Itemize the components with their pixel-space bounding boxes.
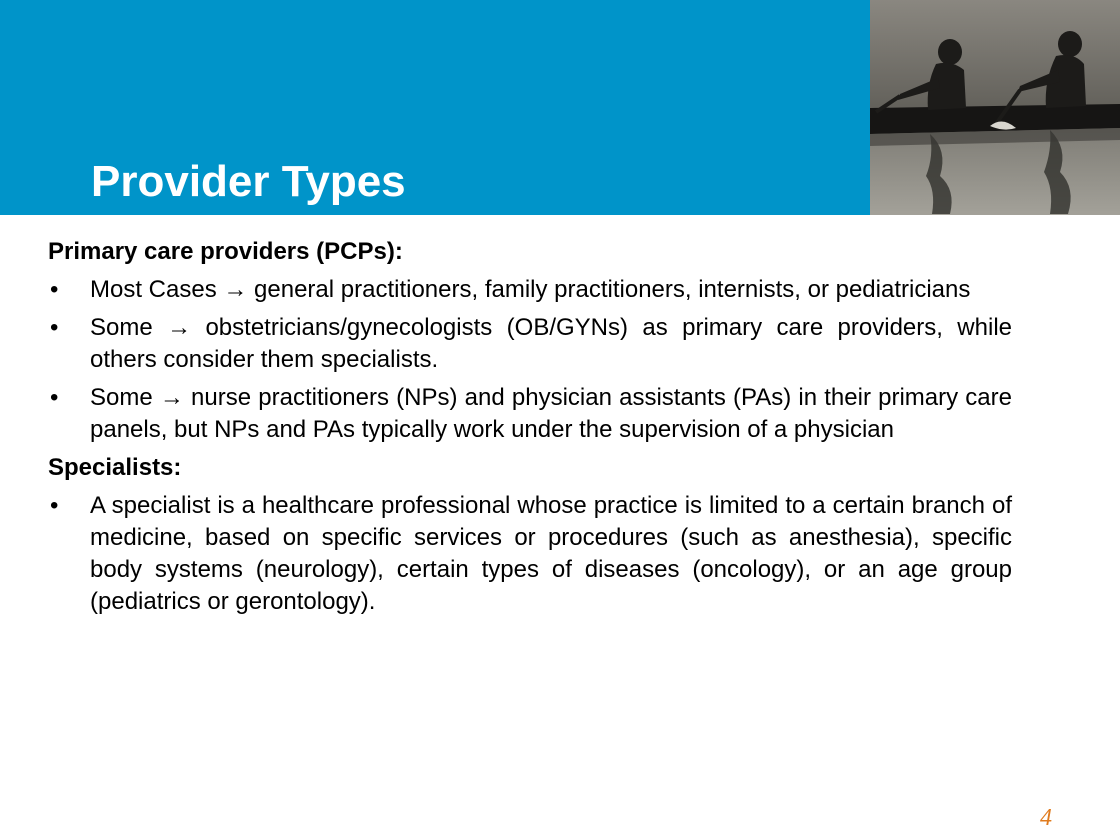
rowers-photo-icon: [870, 0, 1120, 215]
bullet-list: • A specialist is a healthcare profession…: [48, 490, 1012, 618]
bullet-text: A specialist is a healthcare professiona…: [90, 492, 1012, 615]
bullet-item: • Some → obstetricians/gynecologists (OB/…: [48, 312, 1012, 376]
bullet-dot-icon: •: [50, 314, 59, 341]
bullet-dot-icon: •: [50, 276, 59, 303]
slide-title: Provider Types: [91, 157, 406, 206]
page-number: 4: [1040, 805, 1052, 831]
bullet-dot-icon: •: [50, 384, 59, 411]
section-heading: Specialists:: [48, 454, 182, 481]
section-heading: Primary care providers (PCPs):: [48, 238, 403, 265]
bullet-dot-icon: •: [50, 492, 59, 519]
bullet-list: • Most Cases → general practitioners, fam…: [48, 274, 1012, 446]
rowers-photo-graphic: [870, 0, 1120, 215]
bullet-text: Some → obstetricians/gynecologists (OB/G…: [90, 314, 1012, 373]
slide-body: Primary care providers (PCPs): • Most Case…: [48, 236, 1012, 624]
bullet-item: • Most Cases → general practitioners, fam…: [48, 274, 1012, 306]
bullet-item: • A specialist is a healthcare profession…: [48, 490, 1012, 618]
bullet-item: • Some → nurse practitioners (NPs) and ph…: [48, 382, 1012, 446]
slide: Provider Types Primary care providers (P…: [0, 0, 1120, 840]
bullet-text: Most Cases → general practitioners, fami…: [90, 276, 971, 303]
bullet-text: Some → nurse practitioners (NPs) and phy…: [90, 384, 1012, 443]
